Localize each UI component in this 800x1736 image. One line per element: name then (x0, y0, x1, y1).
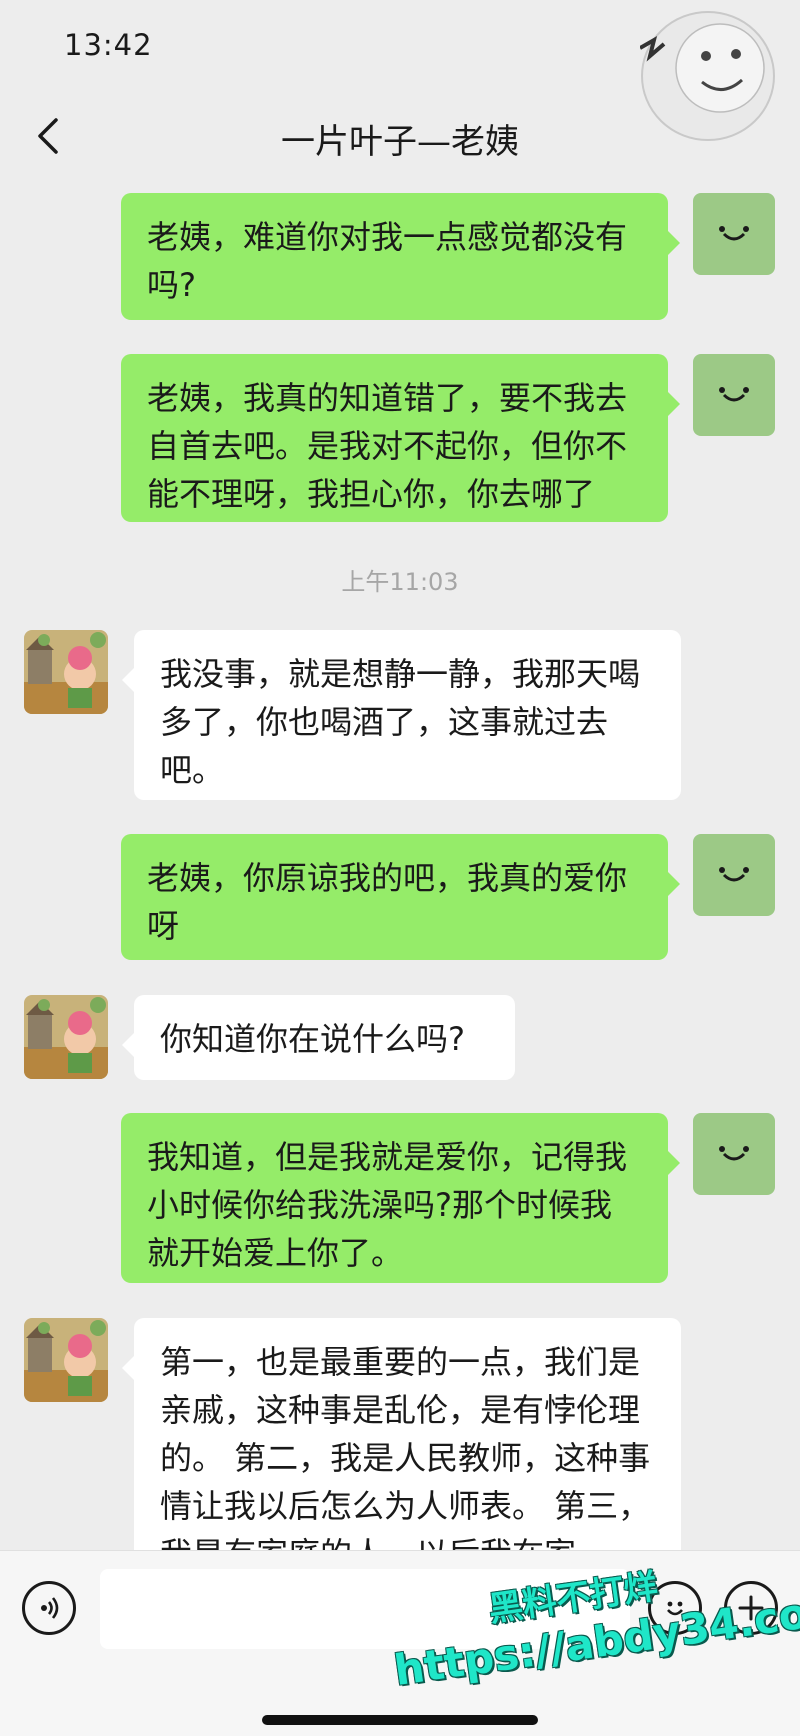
message-bubble-contact[interactable]: 我没事，就是想静一静，我那天喝多了，你也喝酒了，这事就过去吧。 (122, 630, 681, 800)
contact-avatar[interactable] (24, 630, 108, 714)
my-avatar[interactable] (693, 193, 775, 275)
smile-icon (719, 1146, 749, 1161)
message-bubble-mine[interactable]: 我知道，但是我就是爱你，记得我小时候你给我洗澡吗?那个时候我就开始爱上你了。 (121, 1113, 680, 1283)
contact-avatar[interactable] (24, 1318, 108, 1402)
contact-avatar-illustration (24, 630, 108, 714)
voice-button[interactable] (22, 1581, 76, 1635)
my-avatar[interactable] (693, 354, 775, 436)
message-bubble-mine[interactable]: 老姨，我真的知道错了，要不我去自首去吧。是我对不起你，但你不能不理呀，我担心你，… (121, 354, 680, 522)
contact-avatar-illustration (24, 995, 108, 1079)
message-bubble-contact[interactable]: 你知道你在说什么吗? (122, 995, 515, 1080)
smile-icon (719, 867, 749, 882)
smile-icon (719, 387, 749, 402)
message-timestamp: 上午11:03 (341, 568, 459, 596)
contact-avatar[interactable] (24, 995, 108, 1079)
my-avatar[interactable] (693, 1113, 775, 1195)
home-indicator[interactable] (262, 1715, 538, 1725)
message-bubble-contact[interactable]: 第一，也是最重要的一点，我们是亲戚，这种事是乱伦，是有悖伦理的。 第二，我是人民… (122, 1318, 681, 1550)
smile-icon (719, 226, 749, 241)
message-bubble-mine[interactable]: 老姨，你原谅我的吧，我真的爱你呀 (121, 834, 680, 960)
contact-avatar-illustration (24, 1318, 108, 1402)
message-bubble-mine[interactable]: 老姨，难道你对我一点感觉都没有吗? (121, 193, 680, 320)
my-avatar[interactable] (693, 834, 775, 916)
chat-area[interactable]: 老姨，难道你对我一点感觉都没有吗? 老姨，我真的知道错了，要不我去自首去吧。是我… (0, 0, 800, 1550)
voice-icon (41, 1597, 59, 1619)
